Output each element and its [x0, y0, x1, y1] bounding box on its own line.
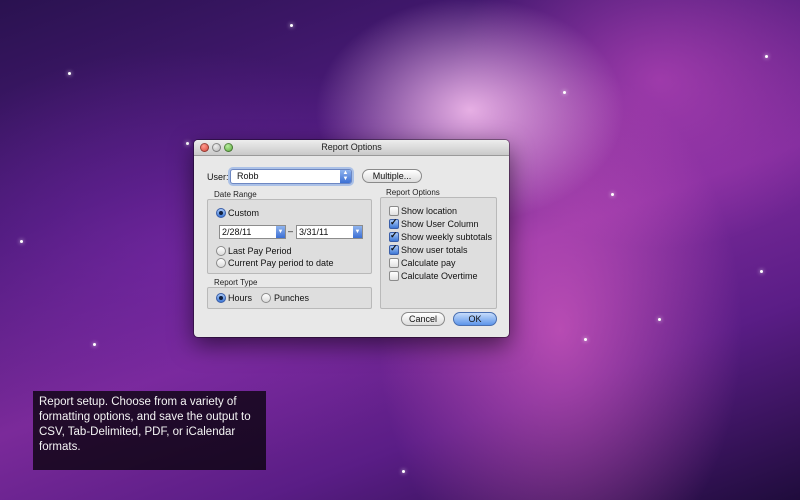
ok-button[interactable]: OK [453, 312, 497, 326]
report-options-group: Show location Show User Column Show week… [380, 197, 497, 309]
star [765, 55, 768, 58]
star [93, 343, 96, 346]
end-date-value: 3/31/11 [299, 227, 329, 237]
show-weekly-subtotals-label: Show weekly subtotals [401, 232, 493, 242]
report-options-dialog: Report Options User: Robb ▲ ▼ Multiple...… [194, 140, 509, 337]
current-pay-period-label: Current Pay period to date [228, 258, 334, 268]
report-options-title: Report Options [386, 188, 440, 197]
star [68, 72, 71, 75]
show-location-label: Show location [401, 206, 458, 216]
dialog-title: Report Options [321, 142, 382, 152]
dialog-titlebar[interactable]: Report Options [194, 140, 509, 156]
show-user-totals-checkbox[interactable] [389, 243, 399, 255]
punches-radio[interactable] [261, 293, 271, 303]
show-weekly-subtotals-checkbox[interactable] [389, 230, 399, 242]
caption-text: Report setup. Choose from a variety of f… [39, 396, 251, 453]
last-pay-period-radio[interactable] [216, 246, 226, 256]
hours-radio[interactable] [216, 293, 226, 303]
custom-radio-label: Custom [228, 208, 260, 218]
show-user-totals-label: Show user totals [401, 245, 468, 255]
start-date-dropdown-icon[interactable]: ▼ [276, 226, 285, 238]
star [20, 240, 23, 243]
multiple-button[interactable]: Multiple... [362, 169, 422, 183]
end-date-dropdown-icon[interactable]: ▼ [353, 226, 362, 238]
last-pay-period-label: Last Pay Period [228, 246, 292, 256]
punches-radio-label: Punches [274, 293, 310, 303]
start-date-value: 2/28/11 [222, 227, 252, 237]
start-date-field[interactable]: 2/28/11 ▼ [219, 225, 286, 239]
star [402, 470, 405, 473]
cancel-button[interactable]: Cancel [401, 312, 445, 326]
report-type-title: Report Type [214, 278, 258, 287]
current-pay-period-radio[interactable] [216, 258, 226, 268]
date-range-title: Date Range [214, 190, 257, 199]
hours-radio-label: Hours [228, 293, 253, 303]
report-type-group: Hours Punches [207, 287, 372, 309]
star [584, 338, 587, 341]
date-range-group: Custom 2/28/11 ▼ – 3/31/11 ▼ Last Pay Pe… [207, 199, 372, 274]
user-select-value: Robb [237, 171, 259, 181]
show-user-column-checkbox[interactable] [389, 217, 399, 229]
select-arrows-icon: ▲ ▼ [340, 170, 351, 183]
custom-radio[interactable] [216, 208, 226, 218]
show-user-column-label: Show User Column [401, 219, 479, 229]
calculate-pay-label: Calculate pay [401, 258, 456, 268]
end-date-field[interactable]: 3/31/11 ▼ [296, 225, 363, 239]
star [611, 193, 614, 196]
star [760, 270, 763, 273]
star [658, 318, 661, 321]
star [186, 142, 189, 145]
caption-box: Report setup. Choose from a variety of f… [33, 391, 266, 470]
calculate-overtime-checkbox[interactable] [389, 271, 399, 281]
user-select[interactable]: Robb ▲ ▼ [230, 169, 352, 184]
user-label: User: [207, 172, 229, 182]
star [563, 91, 566, 94]
star [290, 24, 293, 27]
calculate-pay-checkbox[interactable] [389, 258, 399, 268]
date-separator: – [288, 226, 294, 236]
show-location-checkbox[interactable] [389, 206, 399, 216]
calculate-overtime-label: Calculate Overtime [401, 271, 478, 281]
